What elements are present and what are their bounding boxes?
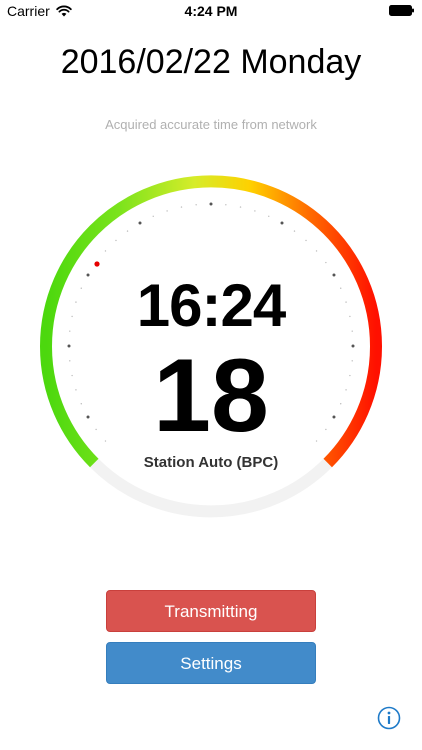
dial-minor-tick — [225, 204, 227, 206]
dial-minor-tick — [254, 210, 256, 212]
dial-minor-tick — [152, 215, 154, 217]
info-icon[interactable] — [377, 706, 401, 730]
dial-major-tick — [209, 202, 213, 206]
dial-minor-tick — [115, 239, 117, 242]
transmitting-button[interactable]: Transmitting — [106, 590, 316, 632]
dial-minor-tick — [166, 210, 168, 212]
dial-minor-tick — [325, 261, 327, 264]
dial-minor-tick — [293, 230, 296, 232]
dial-second-marker — [94, 261, 100, 267]
dial-minor-tick — [268, 215, 270, 217]
station-label: Station Auto (BPC) — [143, 454, 279, 471]
dial-minor-tick — [315, 250, 318, 252]
settings-button[interactable]: Settings — [106, 642, 316, 684]
dial-major-tick — [138, 221, 142, 225]
dial-minor-tick — [305, 239, 307, 242]
dial-minor-tick — [180, 206, 183, 208]
dial-minor-tick — [104, 250, 107, 252]
current-seconds: 18 — [153, 338, 269, 454]
dial-major-tick — [280, 221, 284, 225]
dial-minor-tick — [239, 206, 242, 208]
dial-minor-tick — [126, 230, 129, 232]
current-time: 16:24 — [136, 272, 286, 339]
dial-minor-tick — [195, 204, 197, 206]
